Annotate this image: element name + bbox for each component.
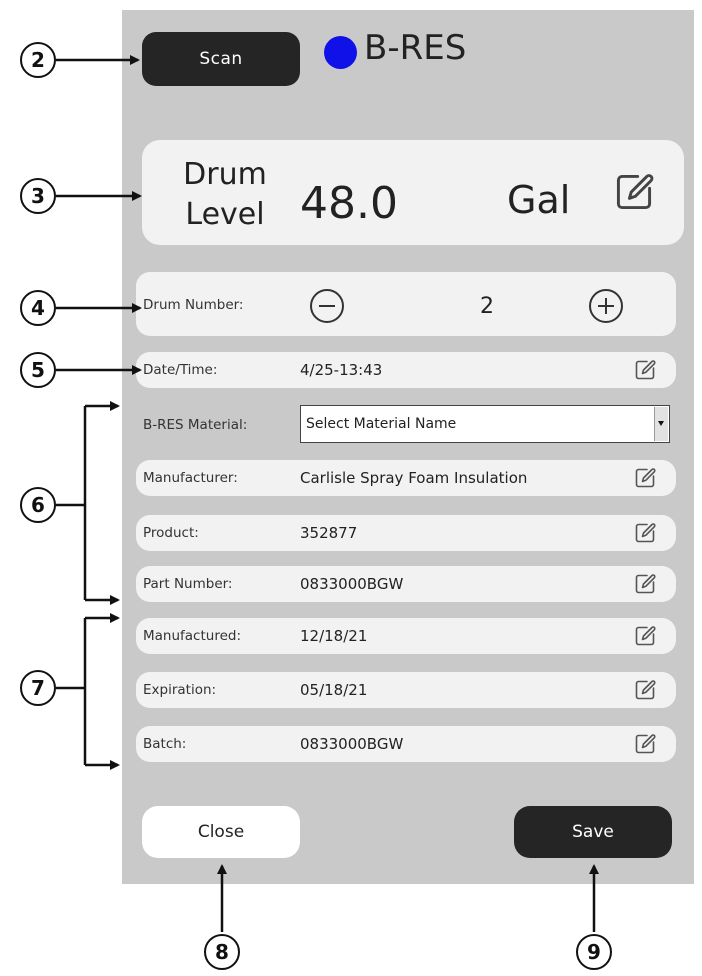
callout-arrows	[56, 55, 599, 932]
